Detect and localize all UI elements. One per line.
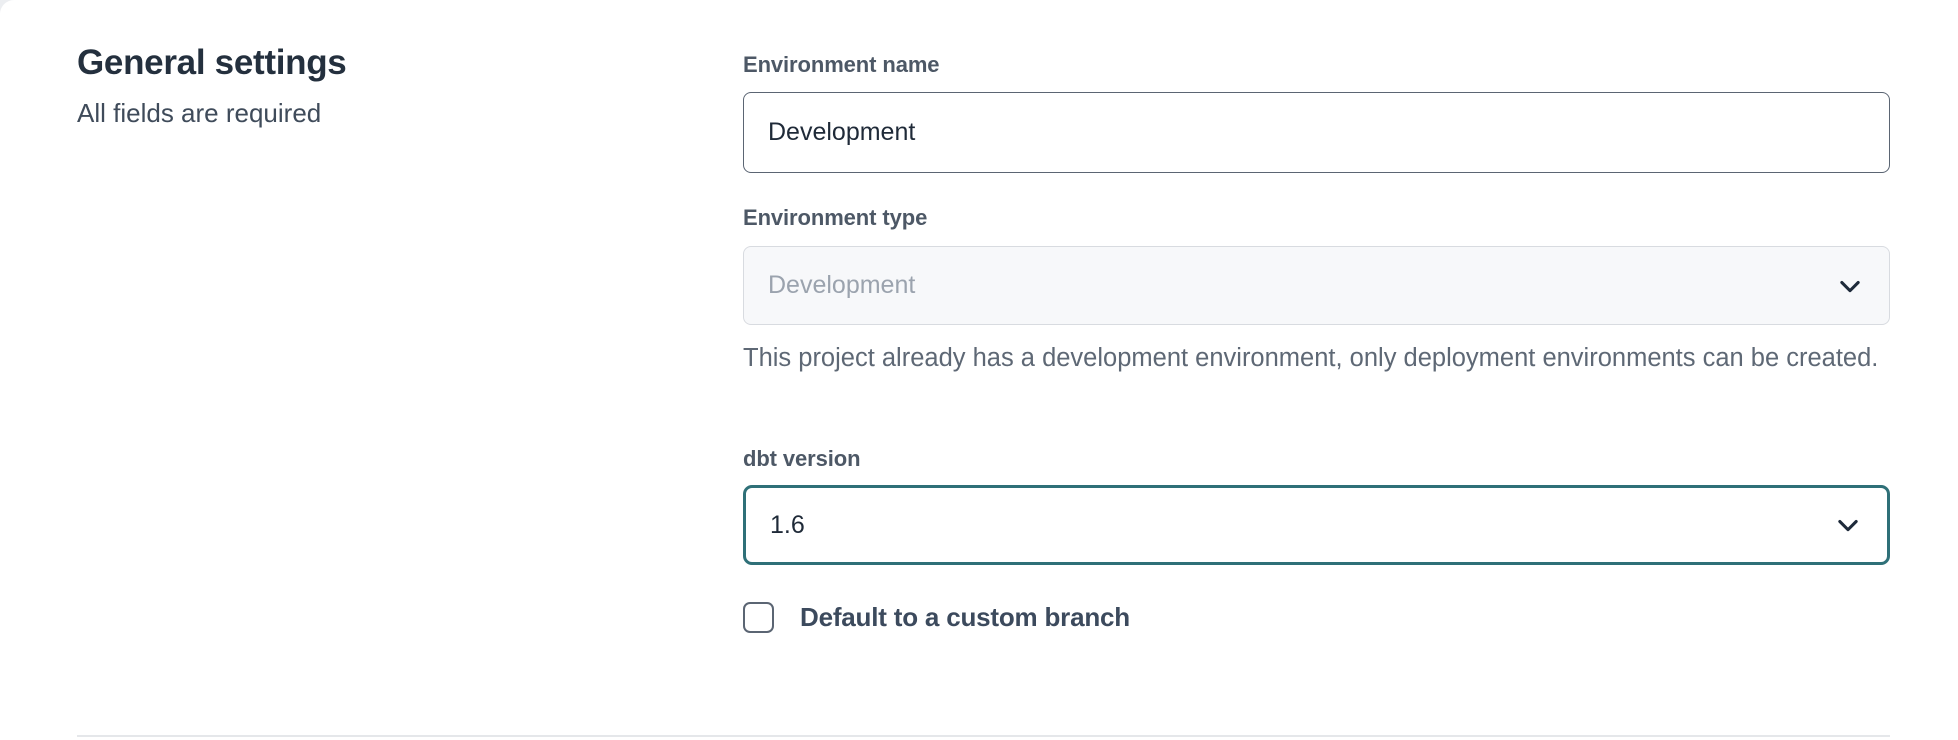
environment-name-input[interactable]: [743, 92, 1890, 173]
chevron-down-icon: [1833, 510, 1863, 540]
custom-branch-checkbox[interactable]: [743, 602, 774, 633]
environment-type-helper-text: This project already has a development e…: [743, 338, 1890, 379]
dbt-version-label: dbt version: [743, 446, 860, 472]
section-divider: [77, 735, 1890, 737]
chevron-down-icon: [1835, 271, 1865, 301]
page-subtitle: All fields are required: [77, 96, 637, 130]
section-header: General settings All fields are required: [77, 40, 637, 130]
environment-type-select: Development: [743, 246, 1890, 325]
card-corner: [0, 0, 18, 18]
dbt-version-select[interactable]: 1.6: [743, 485, 1890, 565]
custom-branch-label: Default to a custom branch: [800, 602, 1130, 633]
dbt-version-value: 1.6: [770, 511, 805, 540]
environment-type-label: Environment type: [743, 205, 927, 231]
page-title: General settings: [77, 40, 637, 86]
environment-settings-page: General settings All fields are required…: [0, 0, 1958, 740]
environment-name-label: Environment name: [743, 52, 939, 78]
environment-type-value: Development: [768, 271, 915, 300]
custom-branch-option[interactable]: Default to a custom branch: [743, 602, 1130, 633]
